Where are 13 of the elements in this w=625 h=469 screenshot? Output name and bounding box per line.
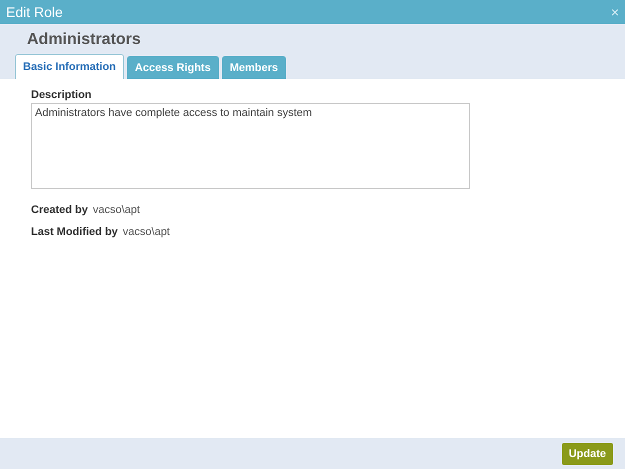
info-value: vacso\apt xyxy=(92,204,140,216)
info-value: vacso\apt xyxy=(122,226,170,238)
tab[interactable]: Members xyxy=(222,56,286,79)
role-heading: Administrators xyxy=(27,31,142,49)
field-label: Description xyxy=(31,89,93,101)
close-button[interactable]: × xyxy=(608,4,621,20)
window-title: Edit Role xyxy=(6,4,63,20)
description-field[interactable]: Administrators have complete access to maintain system xyxy=(31,103,470,189)
tab[interactable]: Access Rights xyxy=(126,56,219,79)
info-label: Last Modified by xyxy=(31,226,118,238)
info-label: Created by xyxy=(31,204,88,216)
update-button[interactable]: Update xyxy=(562,442,613,464)
tab[interactable]: Basic Information xyxy=(15,54,124,79)
